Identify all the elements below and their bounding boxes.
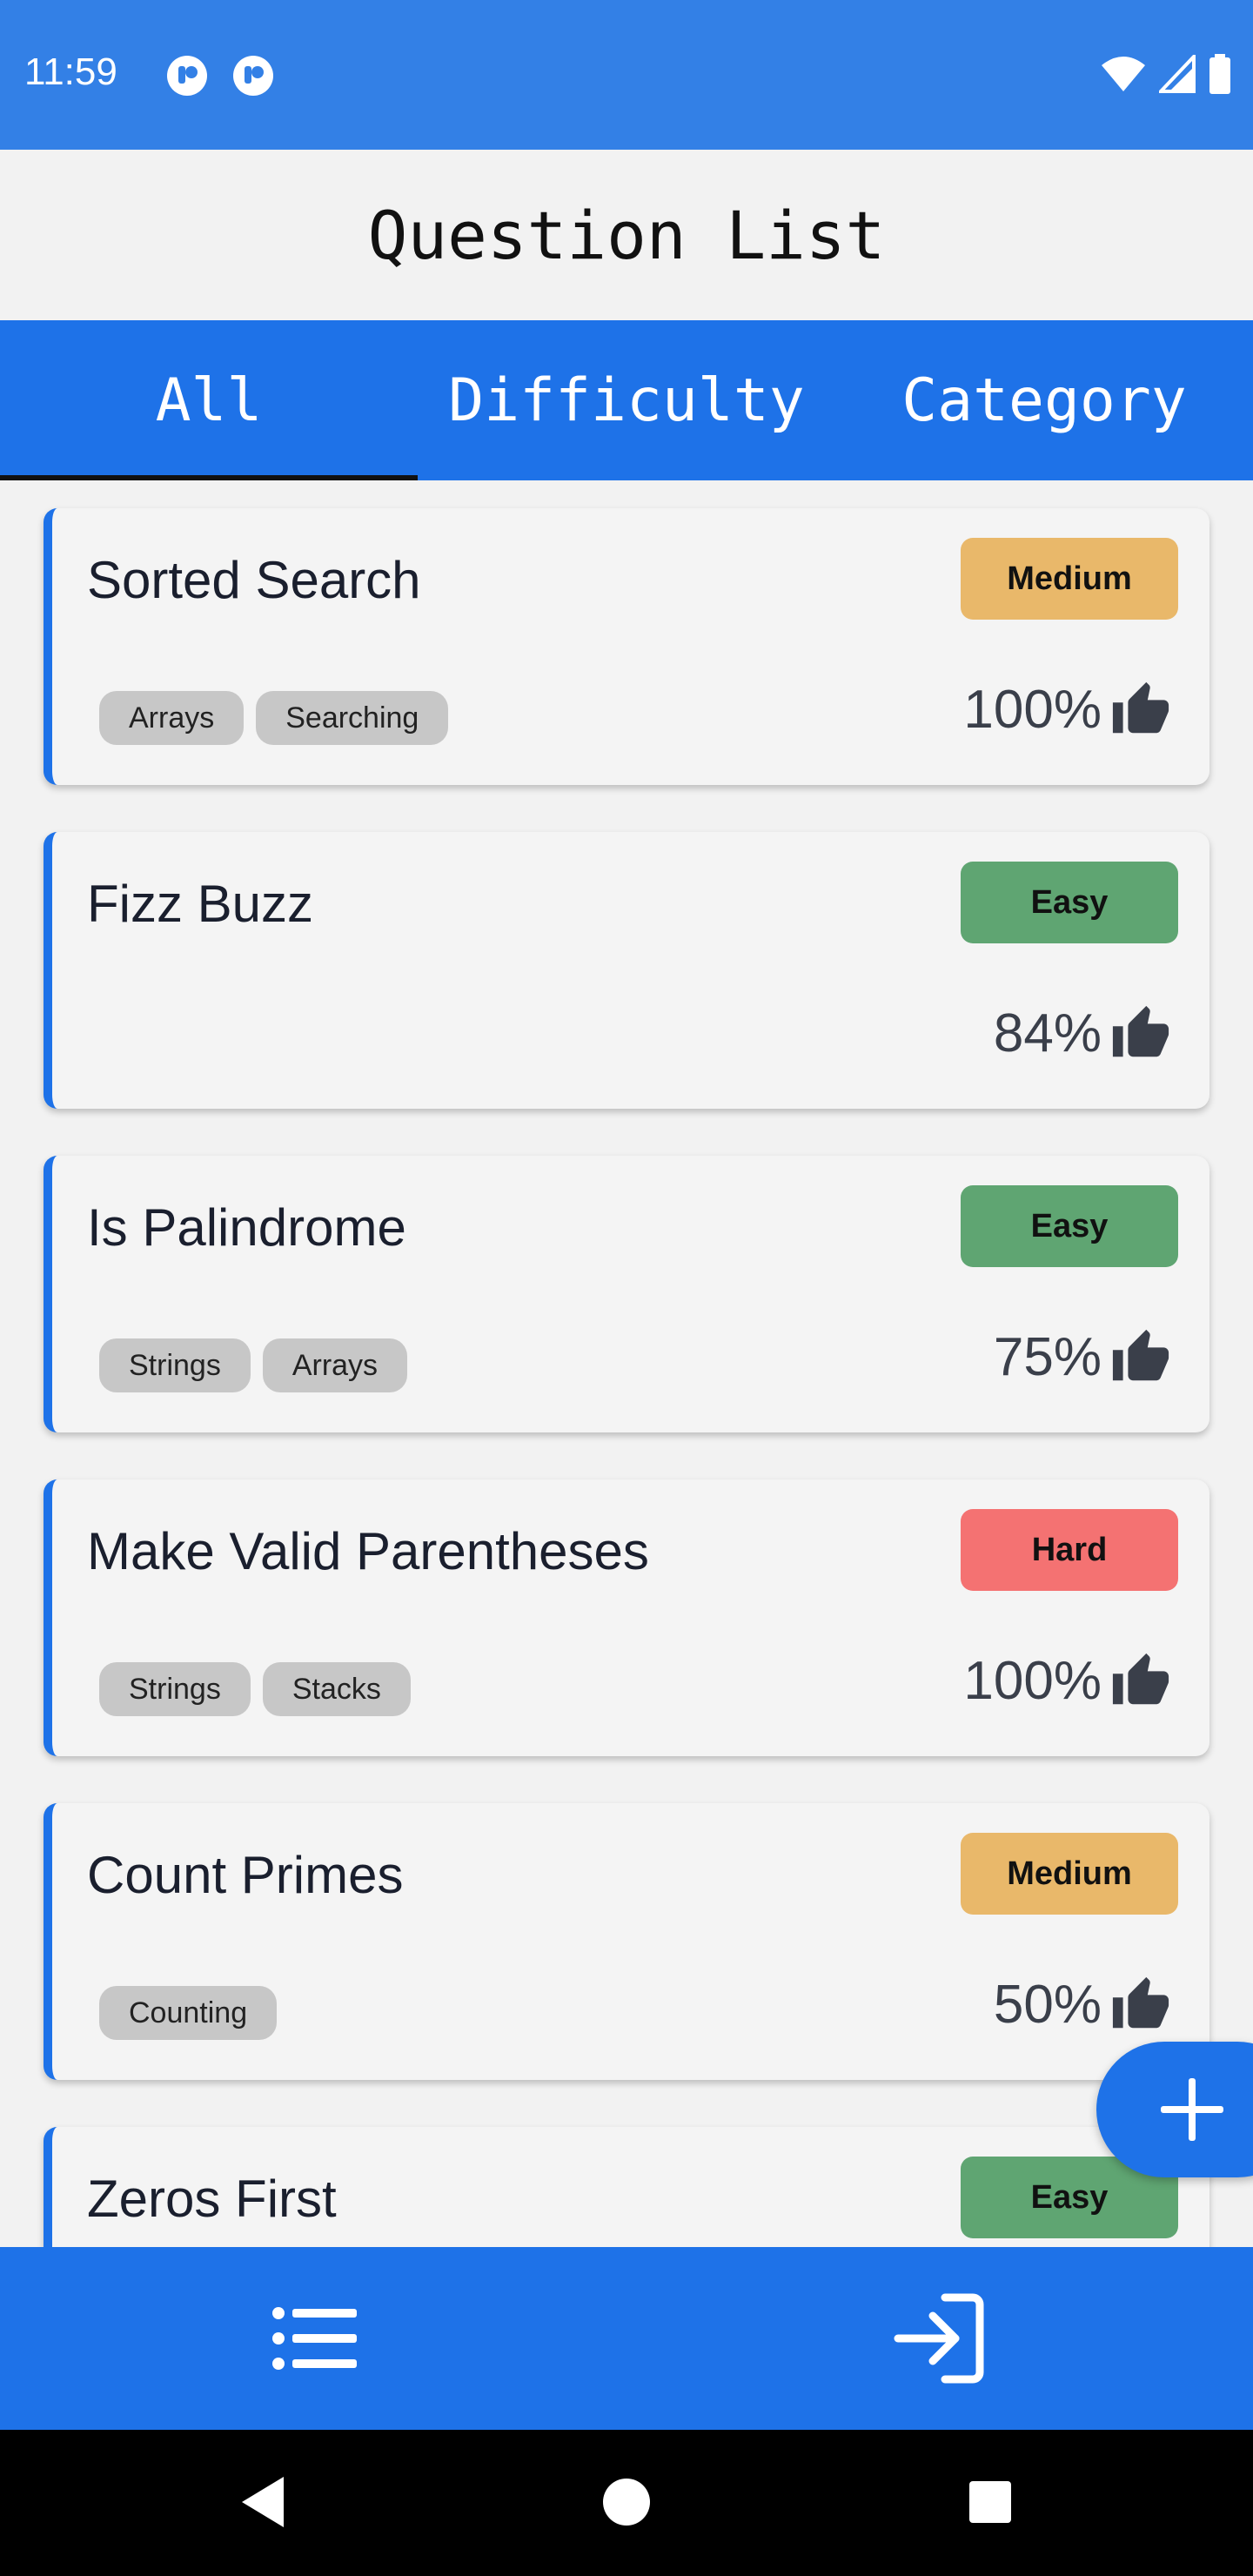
category-tag: Arrays [262,1338,408,1392]
tag-list: Strings Arrays [99,1338,408,1392]
rating: 84% [994,1003,1171,1064]
thumbs-up-icon [1112,1653,1169,1704]
difficulty-badge: Easy [961,1185,1178,1267]
question-title: Fizz Buzz [87,875,314,933]
bottom-navigation [0,2247,1253,2430]
tab-label: All [155,366,263,435]
question-title: Make Valid Parentheses [87,1522,649,1580]
tab-bar: All Difficulty Category [0,320,1253,480]
status-bar: 11:59 [0,0,1253,150]
question-card[interactable]: Zeros First Easy [44,2127,1209,2247]
system-navigation-bar [0,2430,1253,2576]
category-tag: Arrays [99,691,245,745]
list-icon[interactable] [266,2291,362,2386]
login-icon[interactable] [893,2291,988,2386]
page-title: Question List [367,196,886,274]
tag-list: Strings Stacks [99,1662,411,1716]
question-title: Zeros First [87,2170,337,2228]
wifi-icon [1102,57,1145,91]
question-card[interactable]: Make Valid Parentheses Hard Strings Stac… [44,1479,1209,1756]
app-notification-icon [167,56,207,96]
question-card[interactable]: Sorted Search Medium Arrays Searching 10… [44,508,1209,785]
difficulty-badge: Easy [961,862,1178,943]
question-card[interactable]: Is Palindrome Easy Strings Arrays 75% [44,1156,1209,1432]
category-tag: Stacks [262,1662,411,1716]
tab-category[interactable]: Category [835,320,1253,480]
question-card[interactable]: Fizz Buzz Easy 84% [44,832,1209,1109]
category-tag: Strings [99,1662,251,1716]
tab-label: Difficulty [448,366,805,435]
rating-value: 84% [993,1003,1102,1063]
app-notification-icon [233,56,273,96]
difficulty-badge: Medium [961,1833,1178,1915]
rating-value: 75% [993,1327,1102,1387]
tab-label: Category [901,366,1187,435]
app-header: Question List [0,150,1253,320]
tag-list: Arrays Searching [99,691,449,745]
back-icon[interactable] [237,2473,289,2531]
signal-icon [1159,55,1196,93]
thumbs-up-icon [1112,1005,1169,1057]
recents-icon[interactable] [964,2473,1016,2531]
rating: 100% [963,679,1171,741]
rating-value: 50% [993,1975,1102,2035]
rating-value: 100% [963,1651,1102,1711]
home-icon[interactable] [600,2473,653,2531]
question-title: Sorted Search [87,551,421,609]
rating-value: 100% [963,680,1102,740]
difficulty-badge: Hard [961,1509,1178,1591]
question-title: Is Palindrome [87,1198,406,1257]
battery-icon [1209,54,1230,94]
thumbs-up-icon [1112,681,1169,733]
category-tag: Counting [99,1986,278,2040]
plus-icon [1161,2078,1223,2141]
rating: 100% [963,1650,1171,1712]
category-tag: Strings [99,1338,251,1392]
question-list[interactable]: Sorted Search Medium Arrays Searching 10… [0,480,1253,2247]
thumbs-up-icon [1112,1976,1169,2028]
rating: 50% [994,1974,1171,2036]
question-title: Count Primes [87,1846,404,1904]
difficulty-badge: Medium [961,538,1178,620]
add-question-button[interactable] [1096,2042,1253,2177]
status-time: 11:59 [24,50,117,93]
thumbs-up-icon [1112,1329,1169,1380]
question-card[interactable]: Count Primes Medium Counting 50% [44,1803,1209,2080]
tag-list: Counting [99,1986,278,2040]
tab-all[interactable]: All [0,320,418,480]
category-tag: Searching [256,691,449,745]
rating: 75% [994,1326,1171,1388]
tab-difficulty[interactable]: Difficulty [418,320,835,480]
